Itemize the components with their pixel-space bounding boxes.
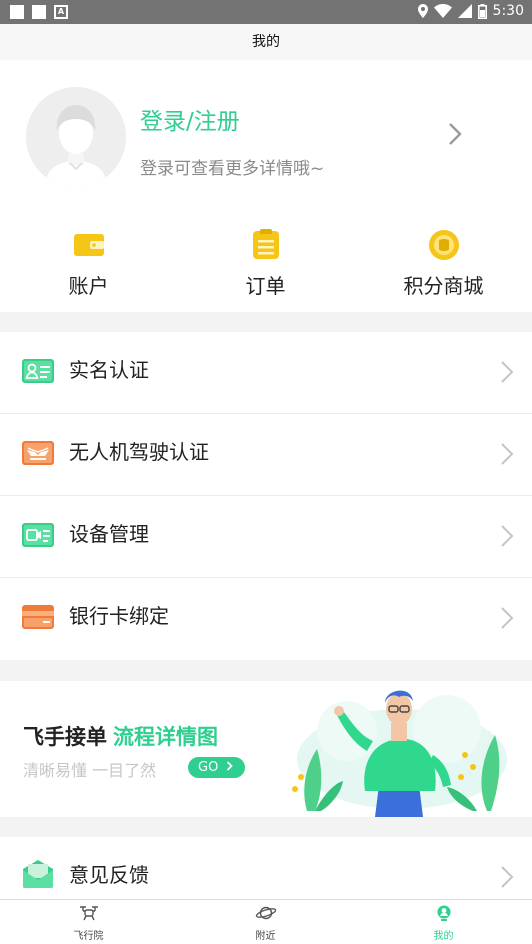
account-button[interactable]: 账户 — [0, 212, 177, 312]
menu-item-bank-card[interactable]: 银行卡绑定 — [0, 578, 532, 660]
tab-label: 我的 — [433, 931, 454, 942]
banner-title-main: 飞手接单 — [23, 725, 107, 749]
id-card-icon — [22, 359, 54, 383]
menu-item-label: 无人机驾驶认证 — [69, 440, 209, 464]
quick-actions: 账户 订单 积分商城 — [0, 212, 532, 312]
notification-icon — [10, 5, 24, 19]
login-hint: 登录可查看更多详情哦~ — [140, 159, 325, 179]
menu-list: 实名认证 无人机驾驶认证 设备管理 银行卡绑定 — [0, 332, 532, 660]
wallet-icon — [73, 234, 104, 256]
bank-card-icon — [22, 605, 54, 629]
go-button[interactable]: GO — [188, 757, 245, 778]
clock-time: 5:30 — [492, 3, 524, 19]
tab-mine[interactable]: 我的 — [355, 900, 532, 944]
signal-icon — [457, 4, 472, 18]
device-icon — [22, 523, 54, 547]
chevron-right-icon — [501, 525, 514, 547]
pilot-order-banner[interactable]: 飞手接单 流程详情图 清晰易懂 一目了然 GO — [0, 681, 532, 817]
drone-icon — [79, 906, 98, 921]
banner-title: 飞手接单 流程详情图 — [23, 721, 218, 751]
login-register-link[interactable]: 登录/注册 — [140, 102, 240, 136]
menu-item-label: 设备管理 — [69, 522, 149, 546]
battery-icon — [477, 3, 487, 19]
chevron-right-icon — [501, 866, 514, 888]
menu-item-drone-license[interactable]: 无人机驾驶认证 — [0, 414, 532, 496]
status-bar: A 5:30 — [0, 0, 532, 24]
bottom-tab-bar: 飞行院 附近 我的 — [0, 899, 532, 944]
menu-item-label: 实名认证 — [69, 358, 149, 382]
feedback-label: 意见反馈 — [69, 863, 149, 887]
feedback-mail-icon — [23, 860, 53, 888]
orders-button[interactable]: 订单 — [177, 212, 354, 312]
user-pin-icon — [437, 905, 450, 921]
account-label: 账户 — [68, 274, 109, 298]
default-avatar-icon — [26, 87, 126, 187]
chevron-right-icon — [501, 443, 514, 465]
banner-subtitle: 清晰易懂 一目了然 — [23, 761, 157, 780]
go-button-label: GO — [198, 760, 219, 775]
menu-item-feedback[interactable]: 意见反馈 — [0, 837, 532, 899]
notification-icon — [32, 5, 46, 19]
notification-a-icon: A — [54, 5, 68, 19]
order-list-icon — [252, 229, 279, 259]
page-title: 我的 — [0, 24, 532, 60]
avatar[interactable] — [26, 87, 126, 187]
location-icon — [417, 4, 428, 18]
tab-nearby[interactable]: 附近 — [177, 900, 354, 944]
profile-card[interactable]: 登录/注册 登录可查看更多详情哦~ — [0, 60, 532, 212]
chevron-right-icon[interactable] — [448, 122, 462, 146]
wifi-icon — [433, 4, 452, 18]
tab-label: 附近 — [255, 931, 276, 942]
pilot-illustration — [292, 690, 507, 817]
chevron-right-icon — [501, 361, 514, 383]
banner-title-highlight: 流程详情图 — [113, 725, 218, 749]
chevron-right-icon — [227, 761, 234, 771]
menu-item-real-name[interactable]: 实名认证 — [0, 332, 532, 414]
points-mall-button[interactable]: 积分商城 — [355, 212, 532, 312]
tab-label: 飞行院 — [73, 931, 104, 942]
chevron-right-icon — [501, 607, 514, 629]
points-mall-label: 积分商城 — [403, 274, 484, 298]
tab-flight-academy[interactable]: 飞行院 — [0, 900, 177, 944]
drone-license-icon — [22, 441, 54, 465]
coins-icon — [428, 230, 459, 260]
orders-label: 订单 — [245, 274, 286, 298]
menu-item-device-management[interactable]: 设备管理 — [0, 496, 532, 578]
planet-icon — [255, 906, 276, 920]
menu-item-label: 银行卡绑定 — [69, 604, 169, 628]
